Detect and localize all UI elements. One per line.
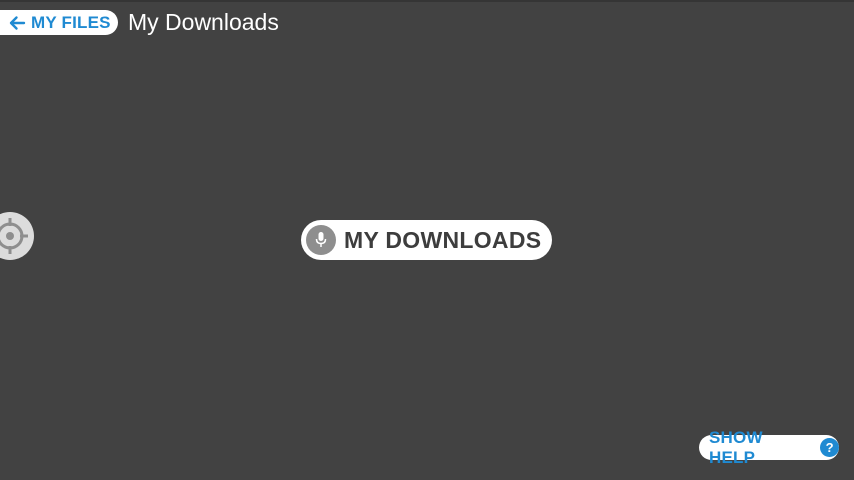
show-help-label: SHOW HELP [709, 427, 763, 467]
show-help-button[interactable]: SHOW HELP ? [699, 428, 839, 467]
question-mark-icon: ? [820, 438, 839, 457]
back-button-label: MY FILES [31, 12, 111, 32]
top-edge-divider [0, 0, 854, 2]
back-button[interactable]: MY FILES [0, 10, 118, 35]
location-label: MY DOWNLOADS [344, 226, 542, 253]
page-title: My Downloads [128, 9, 279, 35]
arrow-left-icon [9, 15, 26, 30]
microphone-icon [315, 232, 327, 247]
voice-location-pill[interactable]: MY DOWNLOADS [301, 220, 552, 260]
microphone-button[interactable] [306, 225, 336, 255]
crosshair-icon[interactable] [0, 212, 34, 260]
